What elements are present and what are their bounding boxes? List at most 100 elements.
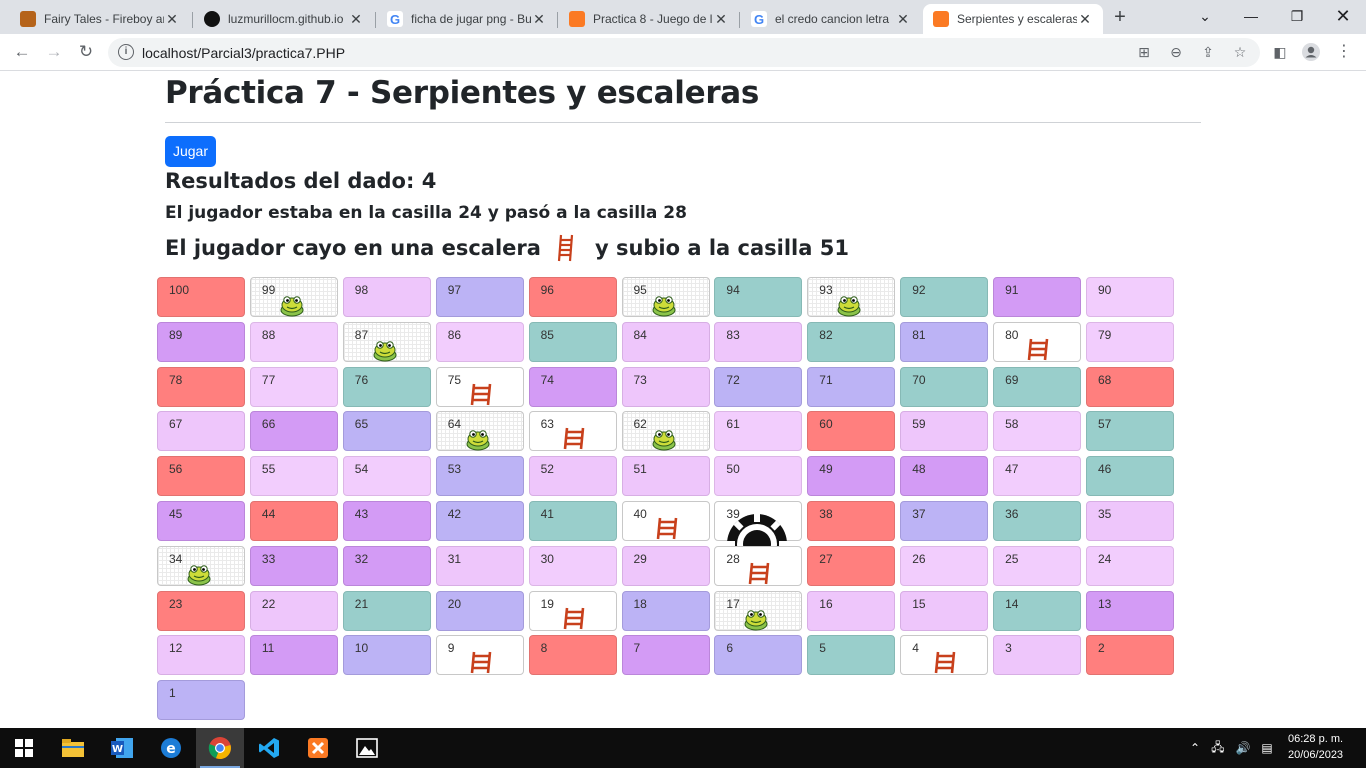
tab-search-chevron-icon[interactable]: ⌄ bbox=[1182, 0, 1228, 34]
cell-number: 49 bbox=[819, 462, 833, 477]
cell-number: 17 bbox=[726, 596, 740, 611]
tab-close-icon[interactable]: ✕ bbox=[1077, 11, 1093, 28]
board-cell-1: 1 bbox=[157, 680, 245, 721]
bookmark-star-icon[interactable]: ☆ bbox=[1230, 42, 1250, 62]
cell-number: 88 bbox=[261, 327, 276, 342]
address-url[interactable]: localhost/Parcial3/practica7.PHP bbox=[142, 45, 345, 61]
board-cell-34: 34 bbox=[157, 545, 245, 586]
volume-icon[interactable]: 🔊 bbox=[1235, 741, 1250, 755]
cell-number: 22 bbox=[261, 596, 276, 611]
cell-number: 72 bbox=[726, 372, 740, 387]
tab-title: Fairy Tales - Fireboy and bbox=[44, 12, 164, 26]
cell-number: 85 bbox=[540, 327, 554, 342]
forward-arrow-icon[interactable]: → bbox=[42, 40, 66, 64]
cell-number: 26 bbox=[912, 551, 926, 566]
ladder-icon bbox=[562, 606, 586, 630]
xampp-icon[interactable] bbox=[294, 728, 342, 768]
cell-number: 14 bbox=[1005, 596, 1019, 611]
new-tab-button[interactable]: + bbox=[1108, 6, 1132, 30]
more-menu-icon[interactable]: ⋮ bbox=[1334, 42, 1354, 62]
board-cell-88: 88 bbox=[249, 321, 338, 362]
board-cell-48: 48 bbox=[900, 456, 989, 497]
share-icon[interactable]: ⇪ bbox=[1198, 42, 1218, 62]
word-icon[interactable]: W bbox=[98, 728, 146, 768]
board-cell-76: 76 bbox=[342, 366, 431, 407]
board-cell-87: 87 bbox=[342, 321, 431, 362]
cell-number: 48 bbox=[912, 462, 926, 477]
board-cell-25: 25 bbox=[993, 545, 1082, 586]
play-button[interactable]: Jugar bbox=[165, 136, 216, 167]
cell-number: 34 bbox=[169, 551, 183, 566]
tab-title: el credo cancion letra bbox=[775, 12, 890, 26]
board-cell-53: 53 bbox=[435, 456, 524, 497]
tab-3[interactable]: Gficha de jugar png - Bu ✕ bbox=[377, 4, 557, 34]
minimize-button[interactable]: — bbox=[1228, 0, 1274, 34]
board-cell-11: 11 bbox=[249, 635, 338, 676]
board-cell-58: 58 bbox=[993, 411, 1082, 452]
cell-number: 93 bbox=[819, 283, 833, 297]
board-cell-94: 94 bbox=[714, 277, 803, 317]
cell-number: 62 bbox=[633, 417, 647, 432]
clock-date: 20/06/2023 bbox=[1288, 749, 1344, 761]
tab-6[interactable]: Serpientes y escaleras ✕ bbox=[923, 4, 1103, 34]
page-title: Práctica 7 - Serpientes y escaleras bbox=[165, 75, 760, 111]
site-info-icon[interactable]: i bbox=[118, 44, 134, 60]
cell-number: 64 bbox=[447, 417, 462, 432]
chrome-icon[interactable] bbox=[196, 728, 244, 768]
restore-button[interactable]: ❐ bbox=[1274, 0, 1320, 34]
board-cell-68: 68 bbox=[1086, 366, 1174, 407]
board-cell-26: 26 bbox=[900, 545, 989, 586]
svg-text:W: W bbox=[112, 744, 123, 755]
browser-toolbar: ← → ↻ i localhost/Parcial3/practica7.PHP… bbox=[0, 34, 1366, 71]
tab-close-icon[interactable]: ✕ bbox=[713, 11, 729, 28]
network-icon[interactable]: 🖧 bbox=[1211, 738, 1224, 759]
frog-snake-icon bbox=[464, 427, 492, 451]
tab-1[interactable]: Fairy Tales - Fireboy and ✕ bbox=[10, 4, 190, 34]
google-icon: G bbox=[751, 11, 767, 27]
cell-number: 21 bbox=[354, 596, 369, 611]
cell-number: 91 bbox=[1005, 283, 1019, 297]
notifications-icon[interactable]: ▤ bbox=[1261, 741, 1272, 755]
tab-close-icon[interactable]: ✕ bbox=[348, 11, 364, 28]
cell-number: 4 bbox=[912, 641, 919, 656]
address-bar[interactable]: i localhost/Parcial3/practica7.PHP ⊞ ⊖ ⇪… bbox=[108, 38, 1260, 67]
translate-icon[interactable]: ⊞ bbox=[1134, 42, 1154, 62]
edge-icon[interactable]: e bbox=[147, 728, 195, 768]
board-cell-98: 98 bbox=[342, 277, 431, 317]
back-arrow-icon[interactable]: ← bbox=[10, 40, 34, 64]
board-cell-100: 100 bbox=[157, 277, 245, 317]
tab-5[interactable]: Gel credo cancion letra ✕ bbox=[741, 4, 921, 34]
divider bbox=[165, 122, 1201, 123]
cell-number: 51 bbox=[633, 462, 647, 477]
tab-4[interactable]: Practica 8 - Juego de l ✕ bbox=[559, 4, 739, 34]
tray-chevron-icon[interactable]: ⌃ bbox=[1190, 741, 1200, 755]
reload-icon[interactable]: ↻ bbox=[74, 40, 98, 64]
photos-icon[interactable] bbox=[343, 728, 391, 768]
side-panel-icon[interactable]: ◧ bbox=[1270, 42, 1290, 62]
cell-number: 10 bbox=[354, 641, 369, 656]
board-cell-8: 8 bbox=[528, 635, 617, 676]
cell-number: 44 bbox=[261, 507, 276, 521]
zoom-icon[interactable]: ⊖ bbox=[1166, 42, 1186, 62]
cell-number: 100 bbox=[169, 283, 190, 297]
cell-number: 69 bbox=[1005, 372, 1019, 387]
cell-number: 33 bbox=[261, 551, 276, 566]
cell-number: 78 bbox=[169, 372, 183, 387]
vscode-icon[interactable] bbox=[245, 728, 293, 768]
clock[interactable]: 06:28 p. m. 20/06/2023 bbox=[1288, 731, 1343, 763]
file-explorer-icon[interactable] bbox=[49, 728, 97, 768]
tab-close-icon[interactable]: ✕ bbox=[895, 11, 911, 28]
tab-close-icon[interactable]: ✕ bbox=[531, 11, 547, 28]
profile-avatar-icon[interactable] bbox=[1301, 42, 1321, 62]
tab-close-icon[interactable]: ✕ bbox=[164, 11, 180, 28]
board-cell-55: 55 bbox=[249, 456, 338, 497]
start-icon[interactable] bbox=[0, 728, 48, 768]
cell-number: 60 bbox=[819, 417, 833, 432]
board-cell-59: 59 bbox=[900, 411, 989, 452]
board-cell-21: 21 bbox=[342, 590, 431, 631]
board-cell-35: 35 bbox=[1086, 501, 1174, 541]
close-window-button[interactable]: ✕ bbox=[1320, 0, 1366, 34]
cell-number: 61 bbox=[726, 417, 740, 432]
tab-2[interactable]: luzmurillocm.github.io ✕ bbox=[194, 4, 374, 34]
cell-number: 42 bbox=[447, 507, 462, 521]
